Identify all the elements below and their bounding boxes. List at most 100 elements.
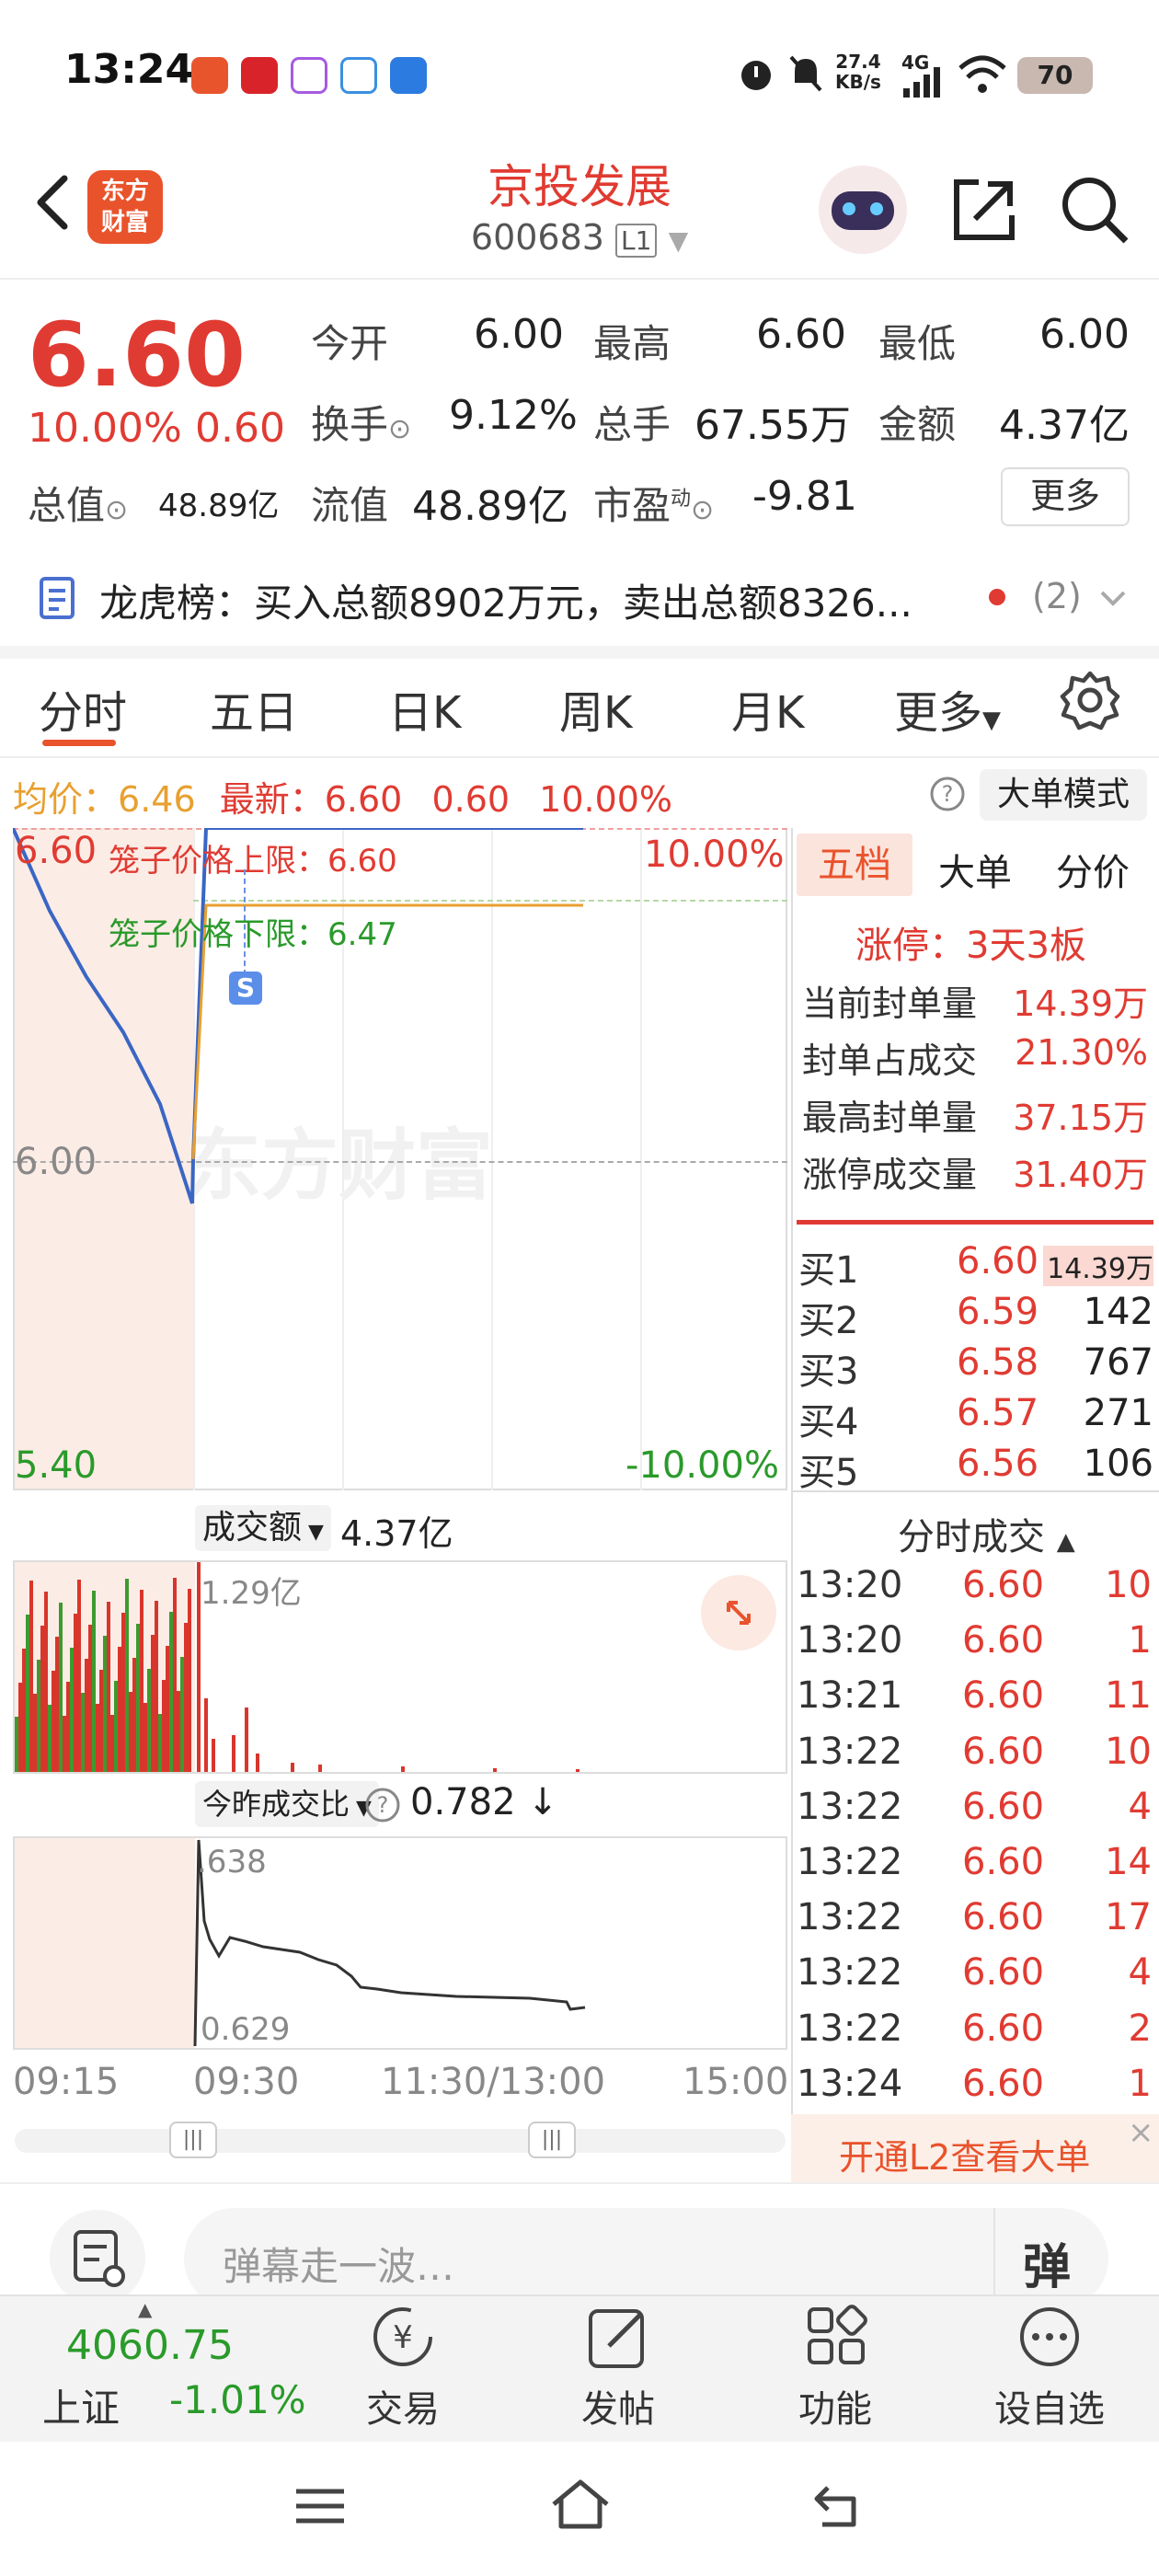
l2-banner[interactable]: 开通L2查看大单 × bbox=[791, 2114, 1159, 2182]
back-arrow-icon[interactable] bbox=[26, 166, 81, 239]
index-name[interactable]: 上证 bbox=[42, 2377, 120, 2433]
slider-handle-left[interactable]: ||| bbox=[169, 2122, 217, 2158]
bid-label: 买4 bbox=[798, 1401, 859, 1443]
index-change[interactable]: -1.01% bbox=[169, 2377, 306, 2422]
index-value[interactable]: 4060.75 bbox=[66, 2322, 234, 2369]
more-button[interactable]: 更多 bbox=[1001, 467, 1130, 526]
high-value: 6.60 bbox=[756, 311, 846, 358]
bid-price[interactable]: 6.56 bbox=[957, 1443, 1039, 1485]
volume-bar bbox=[132, 1658, 136, 1772]
volume-bar bbox=[37, 1660, 40, 1772]
net-speed: 27.4 KB/s bbox=[835, 51, 881, 93]
stock-name[interactable]: 京投发展 bbox=[350, 150, 809, 216]
dragon-tiger-count: (2) bbox=[1032, 576, 1082, 616]
ticks-title[interactable]: 分时成交 ▲ bbox=[898, 1507, 1075, 1560]
close-icon[interactable]: × bbox=[1128, 2114, 1154, 2151]
tick-volume: 1 bbox=[1128, 1619, 1152, 1662]
tick-volume: 4 bbox=[1128, 1951, 1152, 1995]
bid-price[interactable]: 6.58 bbox=[957, 1341, 1039, 1384]
volume-bar bbox=[92, 1591, 96, 1772]
danmu-toggle-button[interactable]: 弹 bbox=[1023, 2228, 1071, 2297]
bid-price[interactable]: 6.60 bbox=[957, 1240, 1039, 1282]
tab-monthly-k[interactable]: 月K bbox=[731, 676, 804, 741]
slider-handle-right[interactable]: ||| bbox=[528, 2122, 576, 2158]
volume-bar bbox=[204, 1698, 208, 1772]
ai-assistant-avatar[interactable] bbox=[819, 166, 907, 254]
dragon-tiger-banner[interactable]: 龙虎榜：买入总额8902万元，卖出总额8326... (2) bbox=[0, 552, 1159, 644]
ratio-indicator-selector[interactable]: 今昨成交比 ▼ bbox=[195, 1781, 379, 1827]
home-icon[interactable] bbox=[548, 2477, 613, 2532]
gear-icon[interactable] bbox=[1060, 670, 1120, 730]
tab-weekly-k[interactable]: 周K bbox=[559, 676, 632, 741]
help-icon[interactable]: ? bbox=[364, 1787, 401, 1823]
bid-price[interactable]: 6.59 bbox=[957, 1291, 1039, 1333]
tick-price: 6.60 bbox=[962, 1896, 1045, 1939]
nav-trade[interactable]: ¥ 交易 bbox=[357, 2300, 449, 2438]
volume-bar bbox=[143, 1703, 147, 1772]
y-label-bottom: 5.40 bbox=[15, 1444, 98, 1487]
volume-indicator-selector[interactable]: 成交额 ▼ bbox=[195, 1505, 331, 1551]
app-notification-icon bbox=[390, 57, 427, 94]
menu-icon[interactable] bbox=[293, 2484, 348, 2530]
cage-upper-label: 笼子价格上限：6.60 bbox=[109, 843, 397, 880]
volume-bar bbox=[232, 1735, 235, 1772]
bid-label: 买3 bbox=[798, 1351, 859, 1393]
nav-post[interactable]: 发帖 bbox=[572, 2300, 664, 2438]
volume-bar bbox=[256, 1754, 259, 1772]
document-icon bbox=[40, 577, 75, 619]
bid-price[interactable]: 6.57 bbox=[957, 1392, 1039, 1434]
expand-button[interactable] bbox=[701, 1575, 776, 1650]
tab-five-levels[interactable]: 五档 bbox=[797, 834, 912, 896]
low-value: 6.00 bbox=[1039, 311, 1130, 358]
total-mv-value: 48.89亿 bbox=[158, 488, 280, 524]
float-mv-label: 流值 bbox=[311, 483, 389, 528]
volume-label: 总手 bbox=[593, 402, 671, 447]
share-icon[interactable] bbox=[947, 173, 1021, 247]
tick-volume: 2 bbox=[1128, 2007, 1152, 2050]
limit-stat-label: 涨停成交量 bbox=[802, 1155, 978, 1195]
volume-bar bbox=[291, 1763, 294, 1772]
caret-up-icon: ▲ bbox=[1056, 1528, 1075, 1556]
tab-five-day[interactable]: 五日 bbox=[210, 676, 298, 741]
stock-code-selector[interactable]: 600683 L1 ▼ bbox=[442, 217, 717, 258]
help-icon[interactable]: ? bbox=[929, 776, 966, 812]
list-settings-icon bbox=[74, 2230, 125, 2287]
volume-bar bbox=[77, 1580, 81, 1772]
volume-bar bbox=[177, 1691, 180, 1772]
edit-icon bbox=[589, 2309, 644, 2368]
total-mv-label: 总值⊙ bbox=[28, 483, 129, 528]
intraday-info-line: 均价：6.46 最新：6.60 0.60 10.00% bbox=[13, 779, 673, 820]
info-icon: ⊙ bbox=[105, 494, 129, 526]
tab-daily-k[interactable]: 日K bbox=[388, 676, 461, 741]
volume-bar bbox=[66, 1682, 70, 1772]
tick-price: 6.60 bbox=[962, 1564, 1045, 1606]
tick-time: 13:22 bbox=[797, 2007, 903, 2050]
cage-lower-label: 笼子价格下限：6.47 bbox=[109, 916, 397, 953]
change-percent: 10.00% bbox=[28, 405, 182, 452]
nav-functions[interactable]: 功能 bbox=[789, 2300, 881, 2438]
tab-big-orders[interactable]: 大单 bbox=[938, 843, 1012, 896]
volume-bar bbox=[96, 1704, 99, 1772]
time-range-slider[interactable] bbox=[15, 2129, 786, 2153]
signal-icon bbox=[903, 67, 940, 98]
tab-price-dist[interactable]: 分价 bbox=[1056, 843, 1130, 896]
search-icon[interactable] bbox=[1058, 173, 1131, 247]
back-icon[interactable] bbox=[809, 2478, 865, 2534]
big-order-mode-button[interactable]: 大单模式 bbox=[980, 769, 1147, 821]
volume-bar bbox=[155, 1601, 158, 1772]
app-notification-icon bbox=[291, 57, 327, 94]
nav-add-watchlist[interactable]: 设自选 bbox=[990, 2300, 1109, 2438]
time-label: 09:15 bbox=[13, 2061, 120, 2103]
dragon-tiger-text: 龙虎榜：买入总额8902万元，卖出总额8326... bbox=[99, 581, 912, 626]
tick-price: 6.60 bbox=[962, 1674, 1045, 1718]
volume-bar bbox=[15, 1717, 18, 1772]
tab-more[interactable]: 更多▼ bbox=[894, 676, 1001, 741]
sell-marker[interactable]: S bbox=[229, 972, 262, 1005]
time-label: 09:30 bbox=[193, 2061, 300, 2103]
limit-stat-label: 最高封单量 bbox=[802, 1098, 978, 1138]
caret-down-icon: ▼ bbox=[982, 707, 1002, 734]
comment-list-button[interactable] bbox=[50, 2210, 145, 2306]
pe-label: 市盈动⊙ bbox=[593, 483, 715, 528]
pct-label-top: 10.00% bbox=[644, 834, 785, 876]
tab-intraday[interactable]: 分时 bbox=[39, 676, 127, 741]
